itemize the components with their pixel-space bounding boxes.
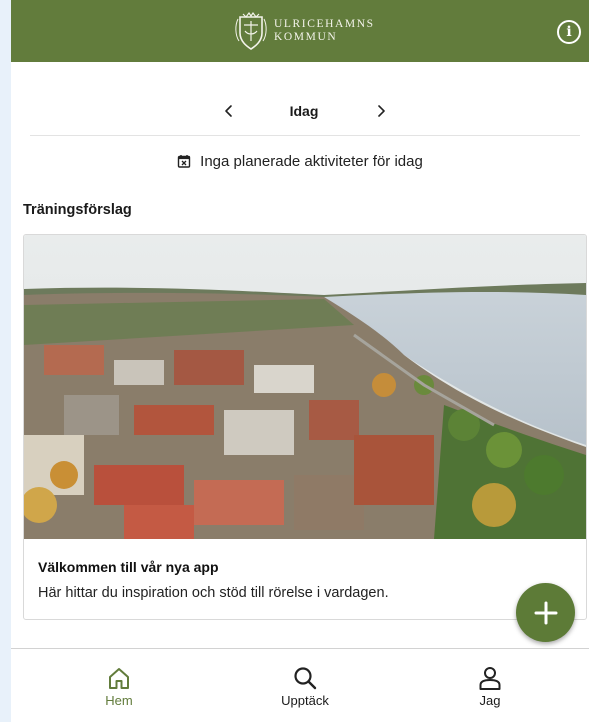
- app-header: ULRICEHAMNS KOMMUN i: [11, 0, 589, 62]
- no-activities-message: Inga planerade aktiviteter för idag: [11, 150, 589, 172]
- info-icon: i: [566, 24, 572, 40]
- tab-discover[interactable]: Upptäck: [260, 665, 350, 717]
- previous-day-button[interactable]: [217, 99, 241, 123]
- plus-icon: [534, 601, 557, 624]
- user-icon: [479, 667, 501, 690]
- tab-discover-label: Upptäck: [281, 693, 329, 708]
- tab-home-label: Hem: [105, 693, 133, 708]
- search-icon: [294, 667, 317, 690]
- no-activities-text: Inga planerade aktiviteter för idag: [200, 152, 423, 170]
- tab-me-label: Jag: [479, 693, 501, 708]
- logo-line-1: ULRICEHAMNS: [274, 18, 375, 30]
- suggestion-card[interactable]: Välkommen till vår nya app Här hittar du…: [23, 234, 587, 620]
- app-screen: ULRICEHAMNS KOMMUN i Idag Inga planerade…: [11, 0, 589, 722]
- date-navigation: Idag: [11, 95, 589, 127]
- chevron-left-icon: [225, 105, 232, 117]
- coat-of-arms-icon: [235, 11, 267, 50]
- home-icon: [109, 668, 129, 689]
- logo-line-2: KOMMUN: [274, 31, 338, 43]
- add-button[interactable]: [516, 583, 575, 642]
- calendar-x-icon: [177, 155, 191, 168]
- divider: [30, 135, 580, 136]
- tab-me[interactable]: Jag: [445, 665, 535, 717]
- bottom-navigation: Hem Upptäck Jag: [11, 648, 589, 722]
- suggestions-heading: Träningsförslag: [23, 202, 132, 218]
- current-date-label: Idag: [289, 103, 319, 119]
- card-title: Välkommen till vår nya app: [38, 559, 219, 575]
- next-day-button[interactable]: [369, 99, 393, 123]
- municipality-logo: ULRICEHAMNS KOMMUN: [234, 10, 375, 52]
- info-button[interactable]: i: [557, 20, 581, 44]
- aerial-town-photo: [24, 235, 586, 539]
- chevron-right-icon: [378, 105, 385, 117]
- card-description: Här hittar du inspiration och stöd till …: [38, 585, 389, 601]
- tab-home[interactable]: Hem: [74, 665, 164, 717]
